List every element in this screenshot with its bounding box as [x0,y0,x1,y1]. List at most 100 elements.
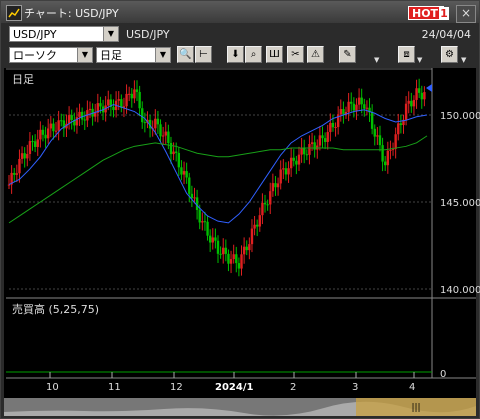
candle-body [167,131,170,144]
candle-body [420,92,423,100]
candle-body [26,153,29,159]
candle-body [49,123,52,129]
candle-body [188,177,191,194]
navigator-graph: ||| [4,398,476,416]
candle-body [300,147,303,155]
candle-body [15,173,19,175]
candle-body [253,224,256,229]
candle-body [195,197,199,210]
candle-body [229,259,233,264]
candle-body [310,142,314,145]
candle-body [284,168,288,175]
hot-label: HOT [412,7,439,20]
candle-body [352,103,356,111]
candle-body [373,128,376,137]
chevron-down-icon[interactable]: ▼ [103,27,118,41]
candle-body [7,184,11,186]
period-select[interactable]: 日足 ▼ [96,47,171,63]
candle-body [161,135,165,137]
candle-body [423,92,426,100]
candle-body [261,202,264,216]
candle-body [287,168,290,175]
pencil-icon[interactable]: ✎ [339,46,356,63]
arrow-down-icon[interactable]: ⬇ [227,46,244,63]
candle-body [355,104,358,111]
symbol-select[interactable]: USD/JPY ▼ [9,26,119,42]
candle-body [232,254,235,260]
candle-body [214,237,217,241]
candle-body [347,101,350,112]
candle-body [130,93,133,99]
candle-body [248,244,251,251]
candle-dropdown-icon[interactable]: ▼ [417,56,425,64]
candle-body [227,253,230,264]
candle-body [242,246,246,255]
candle-body [370,112,374,129]
zoom-icon[interactable]: 🔍 [177,46,194,63]
candle-body [20,153,24,159]
candle-body [297,154,301,165]
close-button[interactable]: × [456,5,476,23]
scissors-icon[interactable]: ✂ [287,46,304,63]
candle-body [156,118,160,125]
candle-body [334,127,337,129]
candle-body [203,221,207,223]
candle-body [138,91,141,109]
candle-body [279,169,282,184]
candle-body [88,108,92,111]
chart-type-value: ローソク [13,49,57,62]
candle-body [125,93,128,107]
candle-body [127,93,131,95]
symbol-row: USD/JPY ▼ USD/JPY 24/04/04 [1,24,479,44]
candle-icon[interactable]: ⧈ [398,46,415,63]
candle-body [250,228,254,245]
chevron-down-icon[interactable]: ▼ [77,48,92,62]
candle-body [57,120,60,131]
candle-body [237,263,241,269]
warning-icon[interactable]: ⚠ [307,46,324,63]
candle-body [36,139,39,147]
search-chart-icon[interactable]: ⌕ [245,46,262,63]
close-icon: × [460,6,472,20]
candle-body [216,240,220,254]
candle-body [78,111,81,118]
hot-button[interactable]: HOT 1 [408,6,449,20]
candle-body [263,202,267,205]
navigator-scrollbar[interactable]: ||| [4,398,476,416]
candle-body [360,97,363,105]
toolbar: ローソク ▼ 日足 ▼ 🔍 ⊢ ⬇ ⌕ Ш ✂ ⚠ ✎ ▼ ⧈ ▼ ⚙ ▼ [1,44,479,66]
bar-settings-icon[interactable]: Ш [266,46,283,63]
candle-body [412,99,416,107]
chart-area[interactable]: 日足 売買高 (5,25,75) 150.000 145.000 140.000… [4,68,480,416]
candle-body [289,157,293,169]
candle-body [172,151,175,155]
candle-body [133,89,136,99]
candle-body [31,141,34,143]
candle-body [376,135,379,137]
candle-body [41,129,45,135]
gear-icon[interactable]: ⚙ [441,46,458,63]
candle-body [389,149,392,151]
settings-dropdown-icon[interactable]: ▼ [461,56,469,64]
candle-body [271,183,275,192]
candle-body [201,221,204,223]
chart-type-select[interactable]: ローソク ▼ [9,47,93,63]
candle-body [141,108,144,123]
candle-body [44,134,47,139]
title-bar[interactable]: チャート: USD/JPY HOT 1 × [1,1,479,23]
candle-body [282,168,285,170]
candle-body [13,172,16,175]
candle-body [384,161,387,166]
draw-dropdown-icon[interactable]: ▼ [374,56,382,64]
candle-body [386,150,390,166]
chevron-down-icon[interactable]: ▼ [155,48,170,62]
crosshair-icon[interactable]: ⊢ [195,46,212,63]
candle-body [99,103,102,107]
candle-body [28,141,32,154]
candle-body [208,235,212,243]
candle-body [292,157,295,161]
candle-body [175,151,178,153]
candle-body [94,112,97,117]
candle-body [18,158,21,174]
candle-body [342,109,345,115]
